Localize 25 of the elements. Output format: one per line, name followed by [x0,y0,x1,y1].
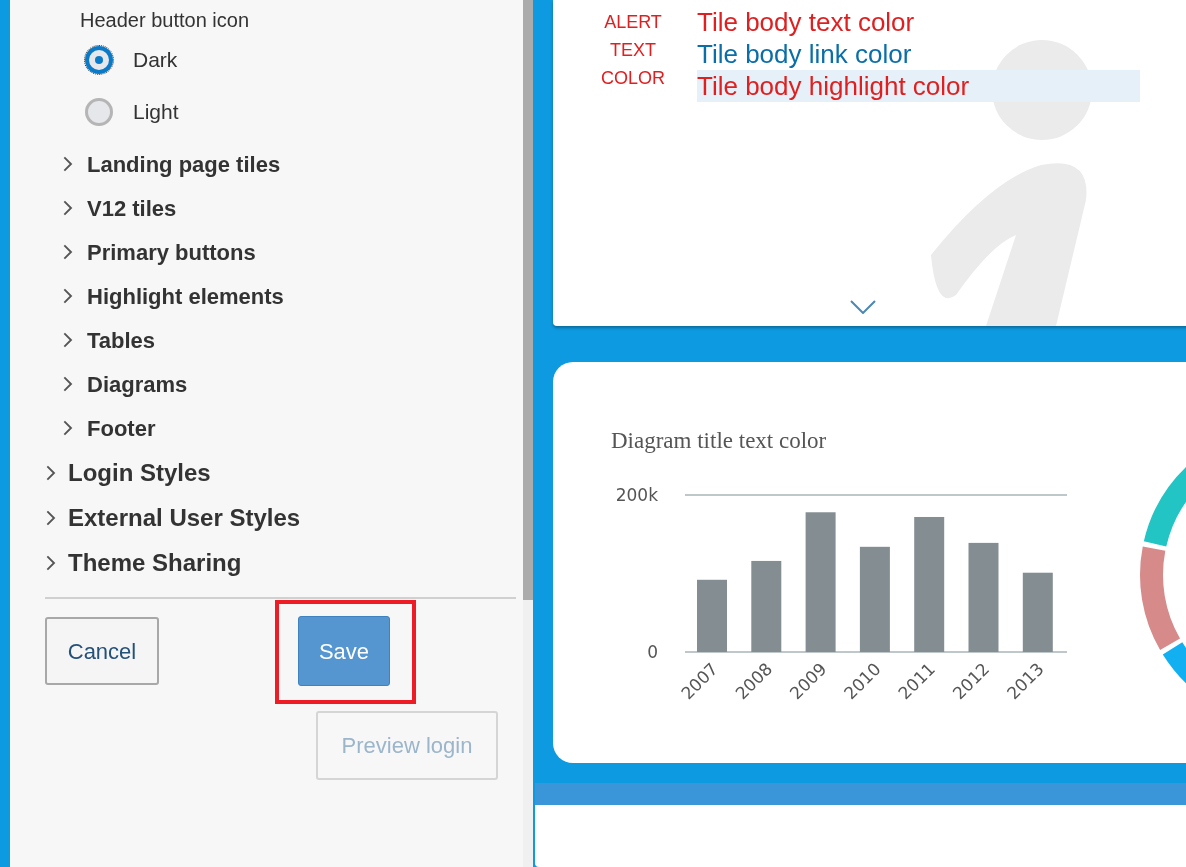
tile-link[interactable]: Tile body link color [697,38,912,70]
y-axis-label: 0 [647,642,658,662]
section-header[interactable]: External User Styles [42,495,516,540]
subsection-header[interactable]: Footer [59,406,516,450]
section-header[interactable]: Login Styles [42,450,516,495]
subsection-header[interactable]: Diagrams [59,362,516,406]
tile-text: Tile body text color [697,6,915,38]
subsection-header[interactable]: Tables [59,318,516,362]
chevron-down-icon[interactable] [850,300,876,314]
subsection-header[interactable]: Highlight elements [59,274,516,318]
subsection-header[interactable]: V12 tiles [59,186,516,230]
section-header[interactable]: Theme Sharing [42,540,516,585]
group-label: Header button icon [80,8,250,33]
tile-highlight-text: Tile body highlight color [697,70,1140,102]
alert-text: ALERT TEXT COLOR [600,11,666,90]
radio-button[interactable] [85,46,113,74]
scrollbar[interactable] [523,0,533,867]
radio-button[interactable] [85,98,113,126]
radio-option[interactable]: Light [85,86,516,138]
radio-option[interactable]: Dark [85,34,516,86]
subsection-header[interactable]: Primary buttons [59,230,516,274]
cancel-button[interactable]: Cancel [45,617,159,685]
subsection-header[interactable]: Landing page tiles [59,142,516,186]
diagram-title: Diagram title text color [611,428,827,453]
y-axis-label: 200k [615,485,658,505]
